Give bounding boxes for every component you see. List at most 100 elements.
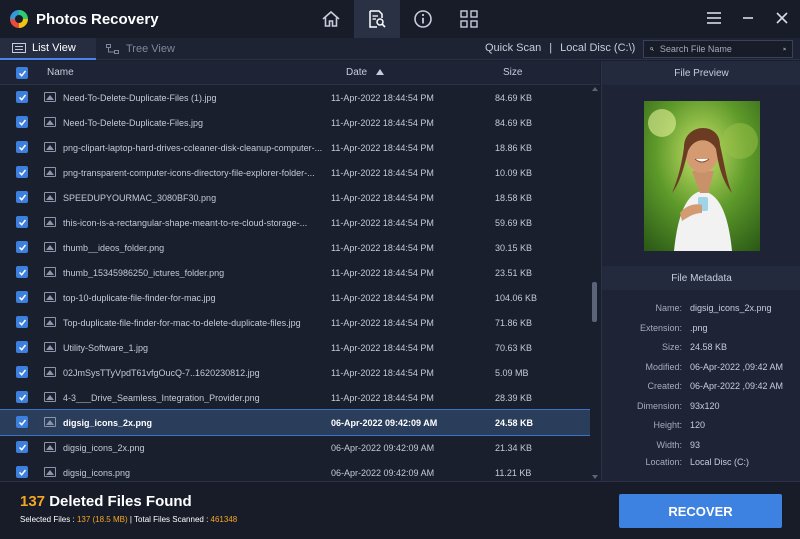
checkmark-icon: [18, 169, 26, 176]
home-icon: [322, 10, 340, 27]
scan-location: Local Disc (C:\): [560, 42, 636, 54]
more-tools-button[interactable]: [446, 0, 492, 38]
table-row[interactable]: thumb_15345986250_ictures_folder.png 11-A…: [0, 260, 590, 285]
file-name: digsig_icons_2x.png: [63, 443, 145, 453]
table-row[interactable]: SPEEDUPYOURMAC_3080BF30.png 11-Apr-2022 1…: [0, 185, 590, 210]
checkmark-icon: [18, 444, 26, 451]
file-name: Need-To-Delete-Duplicate-Files.jpg: [63, 118, 204, 128]
file-preview-panel: File Preview File Metadata Name: digsig_i…: [601, 61, 800, 481]
scan-stats: Selected Files : 137 (18.5 MB) | Total F…: [20, 515, 237, 524]
scan-info: Quick Scan | Local Disc (C:\): [485, 42, 635, 54]
table-row[interactable]: digsig_icons_2x.png 06-Apr-2022 09:42:09 …: [0, 409, 590, 436]
row-checkbox[interactable]: [16, 266, 28, 278]
file-name: Need-To-Delete-Duplicate-Files (1).jpg: [63, 93, 217, 103]
file-date: 06-Apr-2022 09:42:09 AM: [331, 418, 438, 428]
file-size: 71.86 KB: [495, 318, 533, 328]
column-header-size[interactable]: Size: [503, 67, 522, 78]
table-row[interactable]: 4-3___Drive_Seamless_Integration_Provide…: [0, 385, 590, 410]
row-checkbox[interactable]: [16, 441, 28, 453]
metadata-key: Created:: [647, 381, 682, 391]
info-button[interactable]: [400, 0, 446, 38]
row-checkbox[interactable]: [16, 391, 28, 403]
scan-document-icon: [369, 10, 386, 28]
metadata-value: 24.58 KB: [690, 342, 728, 352]
menu-button[interactable]: [706, 8, 722, 28]
metadata-key: Width:: [656, 440, 682, 450]
table-row[interactable]: Utility-Software_1.jpg 11-Apr-2022 18:44:…: [0, 335, 590, 360]
metadata-value: digsig_icons_2x.png: [690, 303, 772, 313]
close-icon: [776, 12, 788, 24]
checkmark-icon: [18, 294, 26, 301]
metadata-value: 120: [690, 420, 706, 430]
search-box: [643, 40, 793, 58]
table-row[interactable]: this-icon-is-a-rectangular-shape-meant-t…: [0, 210, 590, 235]
scrollbar-thumb[interactable]: [592, 282, 597, 322]
select-all-checkbox[interactable]: [16, 67, 28, 79]
row-checkbox[interactable]: [16, 341, 28, 353]
clear-search-icon[interactable]: [783, 45, 786, 53]
tree-view-icon: [106, 44, 119, 54]
table-row[interactable]: Need-To-Delete-Duplicate-Files (1).jpg 11…: [0, 85, 590, 110]
image-file-icon: [44, 217, 56, 227]
row-checkbox[interactable]: [16, 291, 28, 303]
row-checkbox[interactable]: [16, 141, 28, 153]
table-row[interactable]: png-transparent-computer-icons-directory…: [0, 160, 590, 185]
file-date: 11-Apr-2022 18:44:54 PM: [331, 268, 434, 278]
row-checkbox[interactable]: [16, 241, 28, 253]
file-name: digsig_icons_2x.png: [63, 418, 153, 428]
row-checkbox[interactable]: [16, 116, 28, 128]
file-size: 23.51 KB: [495, 268, 533, 278]
metadata-key: Location:: [645, 457, 682, 467]
table-row[interactable]: digsig_icons_2x.png 06-Apr-2022 09:42:09 …: [0, 435, 590, 460]
checkmark-icon: [18, 269, 26, 276]
column-header-name[interactable]: Name: [47, 67, 74, 78]
top-navigation: [308, 0, 492, 38]
scroll-down-arrow-icon[interactable]: [592, 475, 598, 479]
row-checkbox[interactable]: [16, 466, 28, 478]
image-file-icon: [44, 92, 56, 102]
image-file-icon: [44, 167, 56, 177]
file-date: 11-Apr-2022 18:44:54 PM: [331, 93, 434, 103]
table-row[interactable]: Need-To-Delete-Duplicate-Files.jpg 11-Apr…: [0, 110, 590, 135]
table-row[interactable]: digsig_icons.png 06-Apr-2022 09:42:09 AM 1…: [0, 460, 590, 481]
minimize-button[interactable]: [740, 8, 756, 28]
file-date: 11-Apr-2022 18:44:54 PM: [331, 343, 434, 353]
row-checkbox[interactable]: [16, 216, 28, 228]
tab-tree-view[interactable]: Tree View: [104, 38, 175, 60]
recover-button[interactable]: RECOVER: [619, 494, 782, 528]
files-found-count: 137: [20, 493, 46, 510]
row-checkbox[interactable]: [16, 366, 28, 378]
info-icon: [414, 10, 432, 28]
file-name: png-clipart-laptop-hard-drives-ccleaner-…: [63, 143, 323, 153]
scroll-up-arrow-icon[interactable]: [592, 87, 598, 91]
close-button[interactable]: [774, 8, 790, 28]
file-name: SPEEDUPYOURMAC_3080BF30.png: [63, 193, 217, 203]
files-found-label: Deleted Files Found: [49, 493, 192, 510]
row-checkbox[interactable]: [16, 416, 28, 428]
file-list-panel: Name Date Size Need-To-Delete-Duplicate-…: [0, 61, 600, 481]
row-checkbox[interactable]: [16, 166, 28, 178]
scrollbar[interactable]: [590, 85, 600, 481]
table-row[interactable]: Top-duplicate-file-finder-for-mac-to-del…: [0, 310, 590, 335]
file-date: 11-Apr-2022 18:44:54 PM: [331, 393, 434, 403]
row-checkbox[interactable]: [16, 191, 28, 203]
tab-list-view[interactable]: List View: [0, 38, 96, 60]
home-button[interactable]: [308, 0, 354, 38]
file-name: thumb_15345986250_ictures_folder.png: [63, 268, 225, 278]
metadata-key: Name:: [655, 303, 682, 313]
table-row[interactable]: 02JmSysTTyVpdT61vfgOucQ-7..1620230812.jp…: [0, 360, 590, 385]
total-scanned-value: 461348: [210, 515, 238, 524]
metadata-key: Size:: [661, 342, 682, 352]
file-size: 70.63 KB: [495, 343, 533, 353]
row-checkbox[interactable]: [16, 316, 28, 328]
scan-button[interactable]: [354, 0, 400, 38]
checkmark-icon: [18, 244, 26, 251]
table-row[interactable]: thumb__ideos_folder.png 11-Apr-2022 18:44…: [0, 235, 590, 260]
image-file-icon: [44, 292, 56, 302]
search-input[interactable]: [659, 44, 777, 54]
file-size: 104.06 KB: [495, 293, 538, 303]
row-checkbox[interactable]: [16, 91, 28, 103]
table-row[interactable]: png-clipart-laptop-hard-drives-ccleaner-…: [0, 135, 590, 160]
table-row[interactable]: top-10-duplicate-file-finder-for-mac.jpg…: [0, 285, 590, 310]
column-header-date[interactable]: Date: [346, 67, 384, 78]
